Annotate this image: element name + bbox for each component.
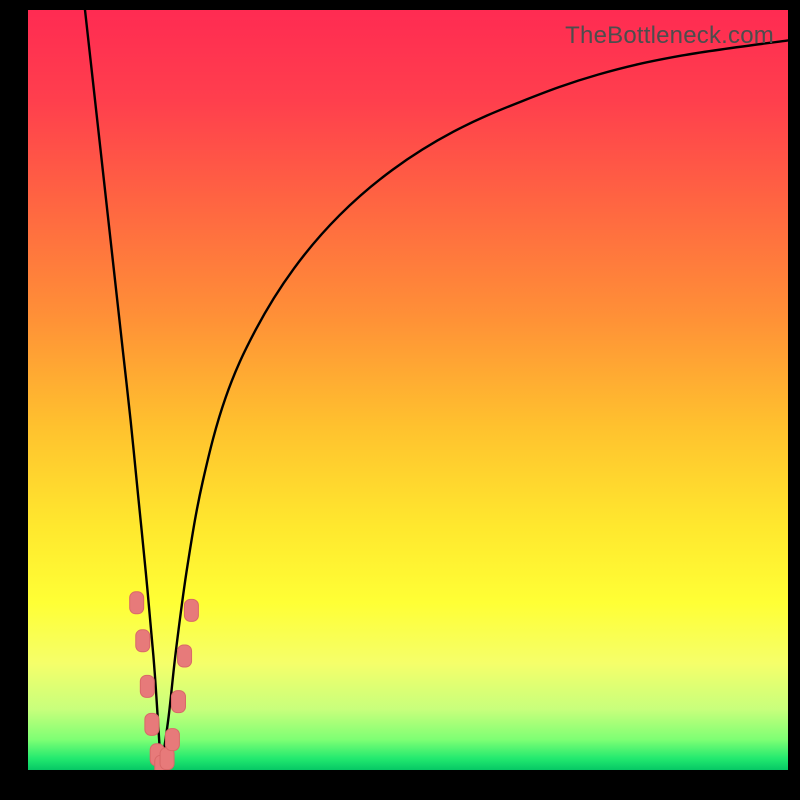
plot-area: TheBottleneck.com	[28, 10, 788, 770]
valley-marker	[140, 675, 154, 697]
valley-marker	[130, 592, 144, 614]
valley-marker	[136, 630, 150, 652]
valley-marker	[178, 645, 192, 667]
curve-right-branch	[161, 40, 788, 770]
chart-frame: TheBottleneck.com	[0, 0, 800, 800]
curve-layer	[28, 10, 788, 770]
valley-marker	[184, 599, 198, 621]
curve-left-branch	[85, 10, 161, 770]
valley-marker	[165, 729, 179, 751]
valley-marker	[171, 691, 185, 713]
valley-marker	[145, 713, 159, 735]
